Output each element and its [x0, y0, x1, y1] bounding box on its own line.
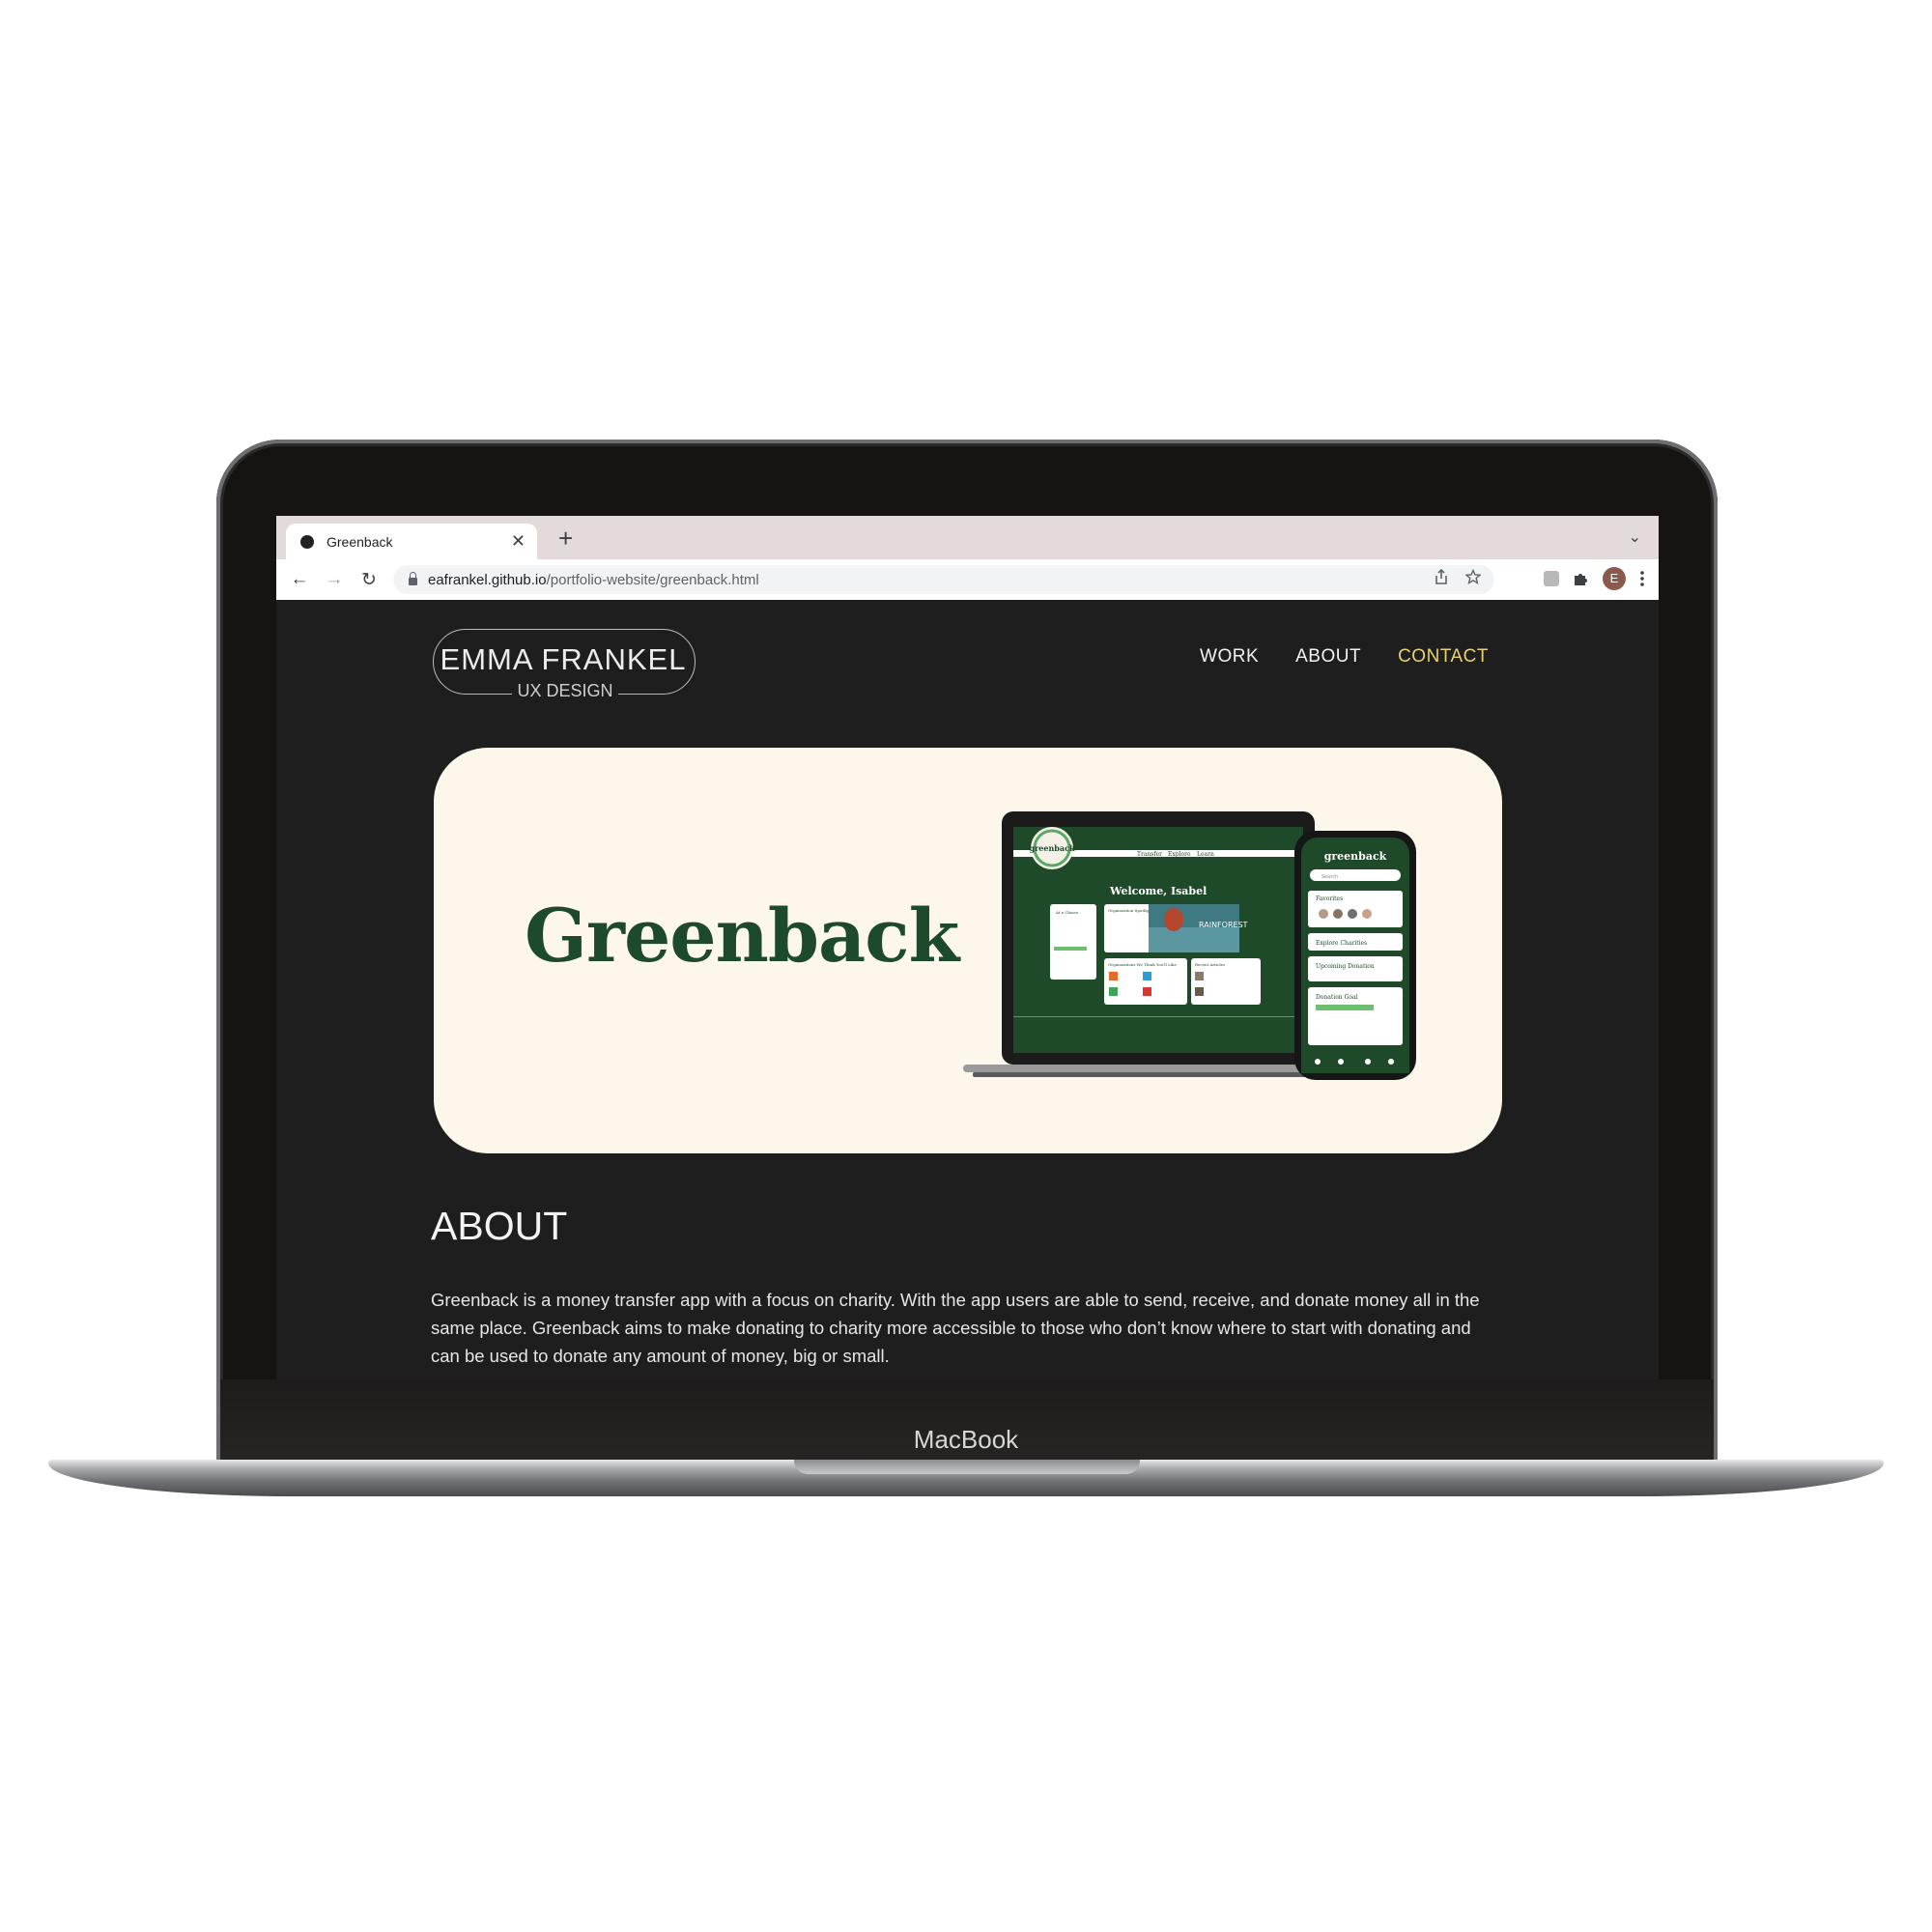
mockup-phone-logo: greenback — [1324, 850, 1387, 863]
hero-banner: Greenback greenback Transfer Explore Lea… — [434, 748, 1502, 1153]
screen: Greenback ✕ + ⌄ ← → ↻ eafrankel.github.i… — [276, 516, 1659, 1380]
url-host: eafrankel.github.io — [428, 571, 547, 588]
mockup-phone-favorites: Favorites — [1316, 895, 1343, 902]
logo-subtitle: UX DESIGN — [512, 681, 618, 701]
device-brand-label: MacBook — [913, 1425, 1019, 1454]
mockup-panel-articles: Recent Articles — [1195, 962, 1225, 967]
address-bar[interactable]: eafrankel.github.io/portfolio-website/gr… — [393, 565, 1494, 594]
nav-about[interactable]: ABOUT — [1295, 646, 1361, 668]
browser-toolbar: ← → ↻ eafrankel.github.io/portfolio-webs… — [276, 559, 1659, 600]
back-button[interactable]: ← — [282, 569, 317, 590]
url-path: /portfolio-website/greenback.html — [546, 571, 759, 588]
hero-title: Greenback — [525, 893, 959, 979]
mockup-phone-search: Search — [1321, 874, 1338, 880]
profile-avatar[interactable]: E — [1603, 567, 1626, 590]
reload-button[interactable]: ↻ — [352, 569, 386, 591]
web-page: EMMA FRANKEL UX DESIGN WORK ABOUT CONTAC… — [276, 600, 1659, 1380]
mockup-panel-orgs: Organizations We Think You'll Like — [1108, 962, 1177, 967]
puzzle-icon[interactable] — [1573, 571, 1589, 587]
mockup-welcome: Welcome, Isabel — [1109, 885, 1207, 897]
site-nav: WORK ABOUT CONTACT — [1200, 646, 1489, 668]
browser-tab-strip: Greenback ✕ + ⌄ — [276, 516, 1659, 559]
menu-kebab-icon[interactable] — [1639, 570, 1645, 587]
extension-icon[interactable] — [1544, 571, 1559, 586]
close-icon[interactable]: ✕ — [511, 531, 526, 552]
lock-icon[interactable] — [409, 572, 417, 585]
mockup-nav-learn: Learn — [1197, 851, 1214, 858]
new-tab-button[interactable]: + — [558, 524, 573, 553]
chevron-down-icon[interactable]: ⌄ — [1629, 527, 1641, 547]
favicon-icon — [300, 534, 314, 549]
nav-contact[interactable]: CONTACT — [1398, 646, 1489, 668]
mockup-phone-explore: Explore Charities — [1316, 940, 1367, 947]
mockup-panel-spotlight: Organization Spotlight — [1108, 908, 1153, 913]
mockup-nav-explore: Explore — [1168, 851, 1191, 858]
site-logo[interactable]: EMMA FRANKEL UX DESIGN — [433, 629, 699, 701]
mockup-web-logo: greenback — [1030, 843, 1075, 853]
phone-mockup-image: greenback Search Favorites Explore Chari… — [1294, 831, 1416, 1080]
share-icon[interactable] — [1435, 569, 1448, 584]
mockup-panel-glance: At a Glance — [1055, 910, 1079, 915]
mockup-banner: RAINFOREST — [1199, 921, 1248, 929]
mockup-phone-upcoming: Upcoming Donation — [1316, 963, 1375, 970]
logo-name: EMMA FRANKEL — [440, 642, 687, 676]
about-text: Greenback is a money transfer app with a… — [431, 1290, 1480, 1366]
mockup-nav-transfer: Transfer — [1137, 851, 1162, 858]
tab-title: Greenback — [327, 533, 393, 550]
browser-tab[interactable]: Greenback ✕ — [286, 524, 537, 559]
nav-work[interactable]: WORK — [1200, 646, 1259, 668]
laptop-hinge-notch — [794, 1460, 1140, 1474]
mockup-phone-goal: Donation Goal — [1316, 994, 1358, 1001]
about-heading: ABOUT — [431, 1204, 568, 1248]
bookmark-star-icon[interactable] — [1465, 569, 1481, 584]
forward-button[interactable]: → — [317, 569, 352, 590]
